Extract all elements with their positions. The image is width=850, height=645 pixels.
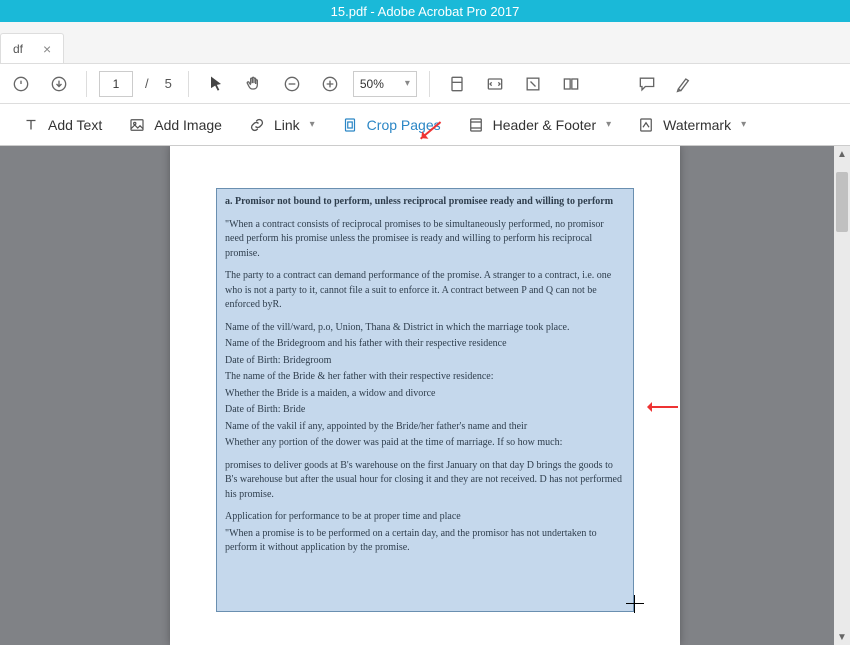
tab-close-button[interactable]: ×	[43, 41, 51, 57]
select-arrow-icon[interactable]	[201, 69, 231, 99]
document-tab[interactable]: df ×	[0, 33, 64, 63]
main-toolbar: / 5 50% ▾	[0, 64, 850, 104]
tool-label: Header & Footer	[493, 117, 597, 133]
zoom-out-icon[interactable]	[277, 69, 307, 99]
zoom-in-icon[interactable]	[315, 69, 345, 99]
add-text-button[interactable]: Add Text	[12, 110, 112, 140]
download-icon[interactable]	[44, 69, 74, 99]
page-number-input[interactable]	[99, 71, 133, 97]
toolbar-separator	[86, 71, 87, 97]
chevron-down-icon[interactable]: ▾	[310, 119, 315, 130]
link-button[interactable]: Link ▾	[238, 110, 325, 140]
page-total: 5	[165, 76, 172, 91]
tool-label: Add Text	[48, 117, 102, 133]
tool-label: Link	[274, 117, 300, 133]
page-display-icon[interactable]	[556, 69, 586, 99]
highlight-icon[interactable]	[670, 69, 700, 99]
zoom-value: 50%	[360, 77, 384, 91]
fit-page-icon[interactable]	[442, 69, 472, 99]
document-canvas[interactable]: a. Promisor not bound to perform, unless…	[0, 146, 850, 645]
tool-label: Add Image	[154, 117, 222, 133]
tab-label: df	[13, 42, 23, 56]
scroll-thumb[interactable]	[836, 172, 848, 232]
title-bar: 15.pdf - Adobe Acrobat Pro 2017	[0, 0, 850, 22]
save-icon[interactable]	[6, 69, 36, 99]
watermark-button[interactable]: Watermark ▾	[627, 110, 756, 140]
chevron-down-icon[interactable]: ▾	[741, 119, 746, 130]
zoom-dropdown[interactable]: 50% ▾	[353, 71, 417, 97]
scroll-up-button[interactable]: ▲	[834, 146, 850, 162]
page-separator: /	[145, 76, 149, 91]
annotation-arrow	[648, 406, 678, 408]
pdf-page[interactable]: a. Promisor not bound to perform, unless…	[170, 146, 680, 645]
scroll-down-button[interactable]: ▼	[834, 629, 850, 645]
comment-icon[interactable]	[632, 69, 662, 99]
tool-label: Watermark	[663, 117, 731, 133]
toolbar-separator	[429, 71, 430, 97]
crop-selection[interactable]: a. Promisor not bound to perform, unless…	[216, 188, 634, 612]
chevron-down-icon[interactable]: ▾	[606, 119, 611, 130]
crop-pages-button[interactable]: Crop Pages	[331, 110, 451, 140]
header-footer-button[interactable]: Header & Footer ▾	[457, 110, 622, 140]
hand-pan-icon[interactable]	[239, 69, 269, 99]
vertical-scrollbar[interactable]: ▲ ▼	[834, 146, 850, 645]
tab-bar: df ×	[0, 22, 850, 64]
document-text: a. Promisor not bound to perform, unless…	[225, 195, 625, 556]
add-image-button[interactable]: Add Image	[118, 110, 232, 140]
window-title: 15.pdf - Adobe Acrobat Pro 2017	[331, 4, 520, 19]
chevron-down-icon: ▾	[405, 78, 410, 89]
expand-icon[interactable]	[518, 69, 548, 99]
fit-width-icon[interactable]	[480, 69, 510, 99]
toolbar-separator	[188, 71, 189, 97]
